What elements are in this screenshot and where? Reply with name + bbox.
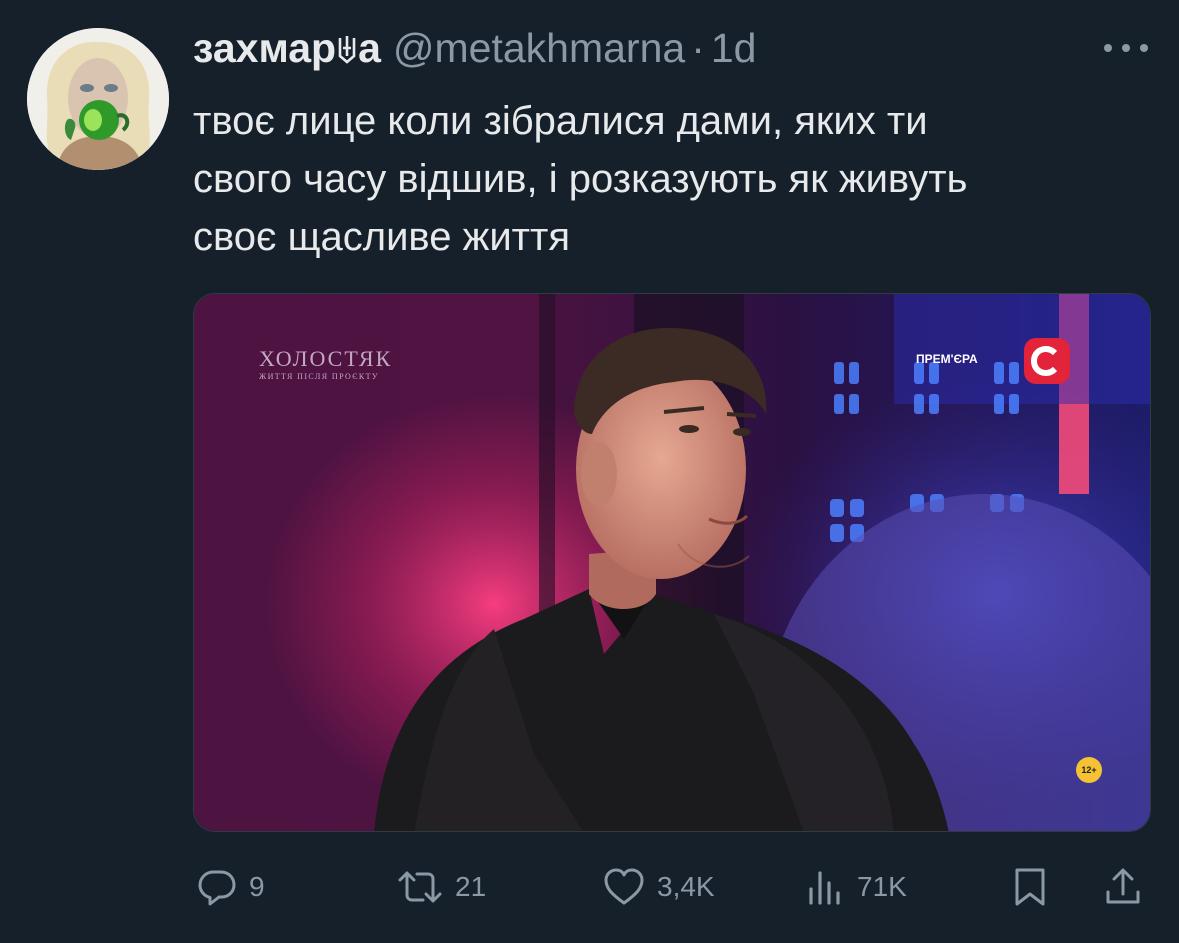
bookmark-button[interactable]	[1011, 862, 1049, 912]
repost-button[interactable]: 21	[397, 862, 486, 912]
avatar-image	[27, 28, 169, 170]
share-icon	[1106, 868, 1140, 904]
reply-icon	[198, 870, 236, 906]
action-bar: 9 21 3,4K 71K	[193, 862, 1143, 912]
like-icon	[604, 868, 644, 905]
display-name[interactable]: захмар а	[193, 25, 381, 72]
reply-button[interactable]: 9	[197, 862, 265, 912]
reply-count: 9	[249, 871, 265, 902]
channel-logo-icon	[1024, 338, 1070, 384]
separator-dot: ·	[691, 25, 705, 71]
views-count: 71K	[857, 871, 907, 902]
avatar[interactable]	[27, 28, 169, 170]
like-button[interactable]: 3,4K	[603, 862, 715, 912]
bookmark-icon	[1015, 868, 1045, 906]
views-icon	[809, 871, 840, 905]
tweet-media[interactable]: ХОЛОСТЯК ЖИТТЯ ПІСЛЯ ПРОЄКТУ ПРЕМ'ЄРА 12…	[193, 293, 1151, 832]
tryzub-icon	[338, 36, 356, 64]
handle[interactable]: @metakhmarna	[393, 25, 685, 72]
repost-icon	[398, 871, 442, 903]
show-logo: ХОЛОСТЯК ЖИТТЯ ПІСЛЯ ПРОЄКТУ	[259, 346, 392, 381]
more-button[interactable]	[1098, 30, 1154, 66]
tweet-text: твоє лице коли зібралися дами, яких ти с…	[193, 99, 968, 259]
more-icon	[1104, 44, 1148, 52]
views-button[interactable]: 71K	[805, 862, 907, 912]
show-title: ХОЛОСТЯК	[259, 346, 393, 371]
repost-count: 21	[455, 871, 487, 902]
age-rating-badge: 12+	[1076, 757, 1102, 783]
share-button[interactable]	[1103, 862, 1143, 912]
show-subtitle: ЖИТТЯ ПІСЛЯ ПРОЄКТУ	[259, 372, 379, 381]
premiere-label: ПРЕМ'ЄРА	[916, 352, 978, 366]
tweet-header: захмар а @metakhmarna · 1d	[193, 25, 756, 72]
like-count: 3,4K	[657, 871, 715, 902]
timestamp[interactable]: 1d	[711, 25, 757, 72]
